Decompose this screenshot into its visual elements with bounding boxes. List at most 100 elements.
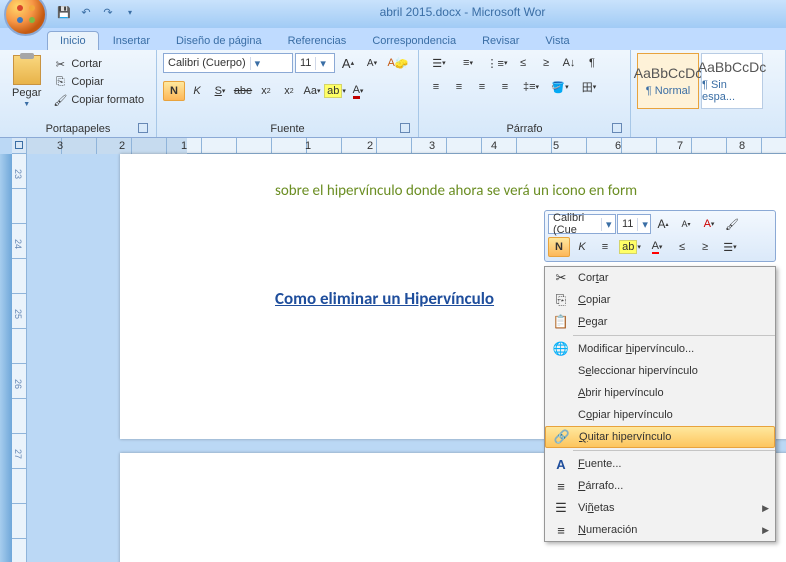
scissors-icon: ✂ (553, 270, 569, 286)
menu-modify-hyperlink[interactable]: 🌐Modificar hipervínculo... (545, 338, 775, 360)
submenu-arrow-icon: ▶ (762, 525, 769, 536)
shrink-font-icon[interactable]: A▾ (361, 53, 383, 73)
numbering-icon: ≡ (553, 522, 569, 538)
redo-icon[interactable]: ↷ (99, 3, 117, 21)
menu-paste[interactable]: 📋Pegar (545, 311, 775, 333)
align-right-button[interactable]: ≡ (471, 77, 493, 97)
superscript-button[interactable]: x2 (278, 81, 300, 101)
mini-size-combo[interactable]: 11▾ (617, 214, 651, 234)
increase-indent-button[interactable]: ≥ (535, 53, 557, 73)
horizontal-ruler[interactable]: 321123456789 (27, 138, 786, 154)
multilevel-button[interactable]: ⋮≡▾ (483, 53, 511, 73)
mini-decrease-indent[interactable]: ≤ (671, 237, 693, 257)
dialog-launcher-icon[interactable] (400, 123, 410, 133)
undo-icon[interactable]: ↶ (77, 3, 95, 21)
menu-open-hyperlink[interactable]: Abrir hipervínculo (545, 382, 775, 404)
show-marks-button[interactable]: ¶ (581, 53, 603, 73)
context-menu: ✂Cortar ⎘Copiar 📋Pegar 🌐Modificar hiperv… (544, 266, 776, 542)
cut-button[interactable]: ✂Cortar (51, 56, 146, 72)
font-color-button[interactable]: A▾ (347, 81, 369, 101)
font-icon: A (553, 456, 569, 472)
underline-button[interactable]: S▾ (209, 81, 231, 101)
mini-grow-font[interactable]: A▴ (652, 214, 674, 234)
menu-select-hyperlink[interactable]: Seleccionar hipervínculo (545, 360, 775, 382)
mini-highlight[interactable]: ab▾ (617, 237, 643, 257)
borders-button[interactable]: 田▾ (575, 77, 603, 97)
body-text: sobre el hipervínculo donde ahora se ver… (275, 182, 637, 200)
mini-bullets[interactable]: ☰▾ (717, 237, 743, 257)
italic-button[interactable]: K (186, 81, 208, 101)
brush-icon: 🖌 (53, 93, 67, 107)
group-clipboard: Portapapeles (6, 121, 150, 135)
tab-correspondencia[interactable]: Correspondencia (360, 32, 468, 50)
menu-cut[interactable]: ✂Cortar (545, 267, 775, 289)
tab-insertar[interactable]: Insertar (101, 32, 162, 50)
change-case-button[interactable]: Aa▾ (301, 81, 323, 101)
unlink-icon: 🔗 (554, 429, 570, 445)
align-left-button[interactable]: ≡ (425, 77, 447, 97)
tab-vista[interactable]: Vista (533, 32, 581, 50)
tab-revisar[interactable]: Revisar (470, 32, 531, 50)
group-paragraph: Párrafo (425, 121, 624, 135)
menu-numbering[interactable]: ≡Numeración▶ (545, 519, 775, 541)
tab-diseno[interactable]: Diseño de página (164, 32, 274, 50)
menu-remove-hyperlink[interactable]: 🔗Quitar hipervínculo (545, 426, 775, 448)
mini-format-painter[interactable]: 🖌 (721, 214, 743, 234)
style-normal[interactable]: AaBbCcDc ¶ Normal (637, 53, 699, 109)
scissors-icon: ✂ (53, 57, 67, 71)
format-painter-button[interactable]: 🖌Copiar formato (51, 92, 146, 108)
highlight-button[interactable]: ab▾ (324, 81, 346, 101)
menu-paragraph[interactable]: ≡Párrafo... (545, 475, 775, 497)
mini-bold[interactable]: N (548, 237, 570, 257)
tab-referencias[interactable]: Referencias (276, 32, 359, 50)
clipboard-icon (13, 55, 41, 85)
strike-button[interactable]: abe (232, 81, 254, 101)
bullets-icon: ☰ (553, 500, 569, 516)
qat-customize-icon[interactable]: ▾ (121, 3, 139, 21)
tab-inicio[interactable]: Inicio (47, 31, 99, 50)
left-track (0, 154, 12, 562)
mini-align-center[interactable]: ≡ (594, 237, 616, 257)
copy-button[interactable]: ⎘Copiar (51, 74, 146, 90)
group-styles (637, 133, 779, 135)
decrease-indent-button[interactable]: ≤ (512, 53, 534, 73)
window-title: abril 2015.docx - Microsoft Wor (139, 5, 786, 19)
dialog-launcher-icon[interactable] (138, 123, 148, 133)
sort-button[interactable]: A↓ (558, 53, 580, 73)
group-font: Fuente (163, 121, 412, 135)
menu-bullets[interactable]: ☰Viñetas▶ (545, 497, 775, 519)
paste-button[interactable]: Pegar ▼ (6, 53, 47, 110)
menu-copy[interactable]: ⎘Copiar (545, 289, 775, 311)
subscript-button[interactable]: x2 (255, 81, 277, 101)
font-size-combo[interactable]: 11▾ (295, 53, 335, 73)
clear-format-icon[interactable]: A🧽 (385, 53, 411, 73)
mini-toolbar: Calibri (Cue▾ 11▾ A▴ A▾ A▾ 🖌 N K ≡ ab▾ A… (544, 210, 776, 262)
numbering-button[interactable]: ≡▾ (454, 53, 482, 73)
align-center-button[interactable]: ≡ (448, 77, 470, 97)
justify-button[interactable]: ≡ (494, 77, 516, 97)
bold-button[interactable]: N (163, 81, 185, 101)
bullets-button[interactable]: ☰▾ (425, 53, 453, 73)
mini-font-combo[interactable]: Calibri (Cue▾ (548, 214, 616, 234)
vertical-ruler[interactable]: 2324252627 (12, 154, 27, 562)
dialog-launcher-icon[interactable] (612, 123, 622, 133)
font-name-combo[interactable]: Calibri (Cuerpo)▾ (163, 53, 293, 73)
mini-styles[interactable]: A▾ (698, 214, 720, 234)
paragraph-icon: ≡ (553, 478, 569, 494)
style-sin-espaciado[interactable]: AaBbCcDc ¶ Sin espa... (701, 53, 763, 109)
mini-font-color[interactable]: A▾ (644, 237, 670, 257)
mini-italic[interactable]: K (571, 237, 593, 257)
menu-copy-hyperlink[interactable]: Copiar hipervínculo (545, 404, 775, 426)
line-spacing-button[interactable]: ‡≡▾ (517, 77, 545, 97)
copy-icon: ⎘ (553, 292, 569, 308)
mini-increase-indent[interactable]: ≥ (694, 237, 716, 257)
globe-icon: 🌐 (553, 341, 569, 357)
save-icon[interactable]: 💾 (55, 3, 73, 21)
ruler-corner-icon[interactable] (12, 138, 27, 154)
grow-font-icon[interactable]: A▴ (337, 53, 359, 73)
mini-shrink-font[interactable]: A▾ (675, 214, 697, 234)
submenu-arrow-icon: ▶ (762, 503, 769, 514)
menu-font[interactable]: AFuente... (545, 453, 775, 475)
shading-button[interactable]: 🪣▾ (546, 77, 574, 97)
hyperlink-text[interactable]: Como eliminar un Hipervínculo (275, 288, 494, 309)
